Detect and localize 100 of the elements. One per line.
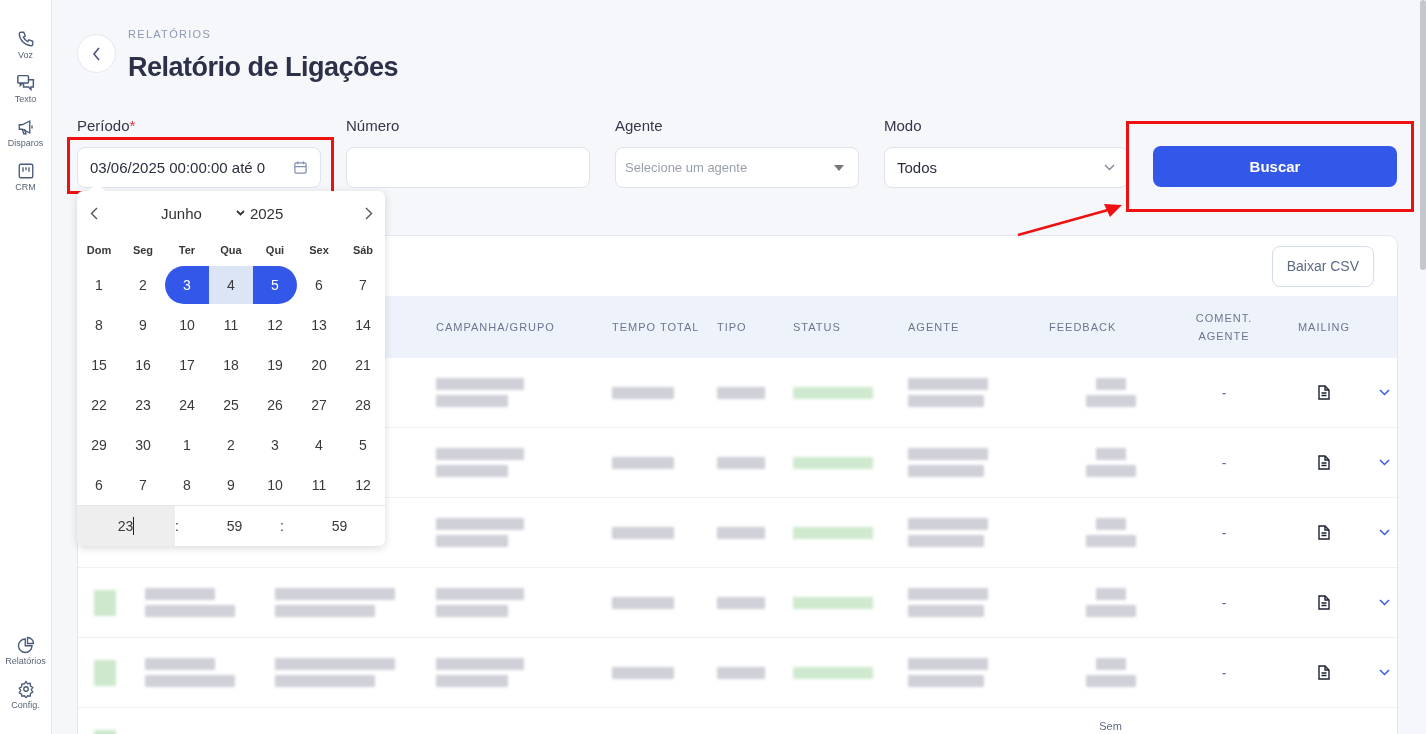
calendar-day[interactable]: 22 (77, 386, 121, 424)
blurred-text (145, 588, 215, 600)
sidebar-item[interactable]: Voz (0, 30, 51, 60)
calendar-day[interactable]: 4 (297, 426, 341, 464)
column-header: CAMPANHA/GRUPO (436, 320, 556, 335)
calendar-day[interactable]: 16 (121, 346, 165, 384)
calendar-day[interactable]: 6 (297, 266, 341, 304)
blurred-text (612, 456, 674, 469)
calendar-day[interactable]: 10 (165, 306, 209, 344)
scrollbar[interactable] (1420, 0, 1426, 270)
blurred-text (612, 596, 674, 609)
calendar-day[interactable]: 9 (121, 306, 165, 344)
calendar-day[interactable]: 10 (253, 466, 297, 504)
calendar-day[interactable]: 3 (253, 426, 297, 464)
minutes-field[interactable]: 59 (189, 506, 280, 546)
weekday-label: Dom (85, 244, 113, 256)
blurred-text (612, 386, 674, 399)
sidebar-item[interactable]: Disparos (0, 118, 51, 148)
chevron-down-icon[interactable] (1379, 459, 1390, 466)
chat-icon (15, 74, 36, 92)
calendar-day[interactable]: 8 (77, 306, 121, 344)
calendar-day[interactable]: 21 (341, 346, 385, 384)
calendar-day[interactable]: 12 (253, 306, 297, 344)
chevron-down-icon[interactable] (1379, 599, 1390, 606)
chevron-down-icon (1104, 164, 1115, 171)
blurred-text (717, 456, 765, 469)
sidebar-item[interactable]: Relatórios (0, 636, 51, 666)
calendar-day[interactable]: 2 (121, 266, 165, 304)
calendar-day[interactable]: 7 (341, 266, 385, 304)
calendar-day[interactable]: 6 (77, 466, 121, 504)
calendar-day[interactable]: 29 (77, 426, 121, 464)
weekday-label: Ter (177, 244, 197, 256)
calendar-day[interactable]: 20 (297, 346, 341, 384)
document-icon[interactable] (1318, 385, 1330, 400)
blurred-text (1095, 448, 1126, 460)
calendar-day[interactable]: 17 (165, 346, 209, 384)
calendar-day[interactable]: 25 (209, 386, 253, 424)
calendar-day[interactable]: 19 (253, 346, 297, 384)
board-icon (16, 162, 35, 180)
blurred-text (1085, 605, 1136, 617)
chevron-down-icon[interactable] (1379, 389, 1390, 396)
select-field[interactable]: Todos (884, 147, 1128, 188)
document-icon[interactable] (1318, 595, 1330, 610)
feedback-text: Sem (1099, 720, 1122, 732)
blurred-text (1085, 465, 1136, 477)
comment-text: - (1221, 594, 1227, 611)
calendar-day[interactable]: 1 (77, 266, 121, 304)
calendar-day[interactable]: 15 (77, 346, 121, 384)
search-button[interactable]: Buscar (1153, 146, 1397, 187)
calendar-day[interactable]: 4 (209, 266, 253, 304)
calendar-day[interactable]: 2 (209, 426, 253, 464)
calendar-day[interactable]: 1 (165, 426, 209, 464)
blurred-text (436, 465, 508, 477)
input-field[interactable] (346, 147, 590, 188)
calendar-icon (293, 160, 308, 175)
blurred-text (1095, 658, 1126, 670)
seconds-field[interactable]: 59 (294, 506, 385, 546)
calendar-day[interactable]: 5 (253, 266, 297, 304)
calendar-day[interactable]: 8 (165, 466, 209, 504)
calendar-day[interactable]: 7 (121, 466, 165, 504)
date-range-field[interactable]: 03/06/2025 00:00:00 até 0 (77, 147, 321, 188)
sidebar-item[interactable]: Config. (0, 680, 51, 710)
calendar-day[interactable]: 28 (341, 386, 385, 424)
month-select[interactable]: Junho (161, 204, 202, 222)
comment-text: - (1221, 524, 1227, 541)
year-field[interactable]: 2025 (249, 204, 284, 222)
calendar-day[interactable]: 13 (297, 306, 341, 344)
blurred-text (1085, 675, 1136, 687)
calendar-day[interactable]: 30 (121, 426, 165, 464)
blurred-text (717, 596, 765, 609)
calendar-day[interactable]: 23 (121, 386, 165, 424)
sidebar-item[interactable]: Texto (0, 74, 51, 104)
calendar-day[interactable]: 9 (209, 466, 253, 504)
calendar-day[interactable]: 14 (341, 306, 385, 344)
column-header: MAILING (1296, 320, 1352, 335)
hours-field[interactable]: 23 (77, 506, 175, 546)
chevron-down-icon[interactable] (1379, 669, 1390, 676)
calendar-day[interactable]: 18 (209, 346, 253, 384)
calendar-day[interactable]: 5 (341, 426, 385, 464)
field-label: Número (346, 117, 400, 134)
next-month-icon[interactable] (365, 206, 373, 220)
weekday-label: Sex (308, 244, 330, 256)
calendar-day[interactable]: 11 (209, 306, 253, 344)
chevron-down-icon[interactable] (1379, 529, 1390, 536)
settings-icon (16, 680, 35, 698)
calendar-day[interactable]: 11 (297, 466, 341, 504)
previous-month-icon[interactable] (90, 206, 98, 220)
document-icon[interactable] (1318, 525, 1330, 540)
document-icon[interactable] (1318, 665, 1330, 680)
calendar-day[interactable]: 12 (341, 466, 385, 504)
calendar-day[interactable]: 27 (297, 386, 341, 424)
dropdown-arrow-icon (834, 164, 844, 171)
calendar-day[interactable]: 24 (165, 386, 209, 424)
time-separator: : (175, 517, 180, 536)
download-csv-button[interactable]: Baixar CSV (1271, 245, 1374, 287)
sidebar-item[interactable]: CRM (0, 162, 51, 192)
document-icon[interactable] (1318, 455, 1330, 470)
calendar-day[interactable]: 26 (253, 386, 297, 424)
calendar-day[interactable]: 3 (165, 266, 209, 304)
blurred-text (717, 386, 765, 399)
